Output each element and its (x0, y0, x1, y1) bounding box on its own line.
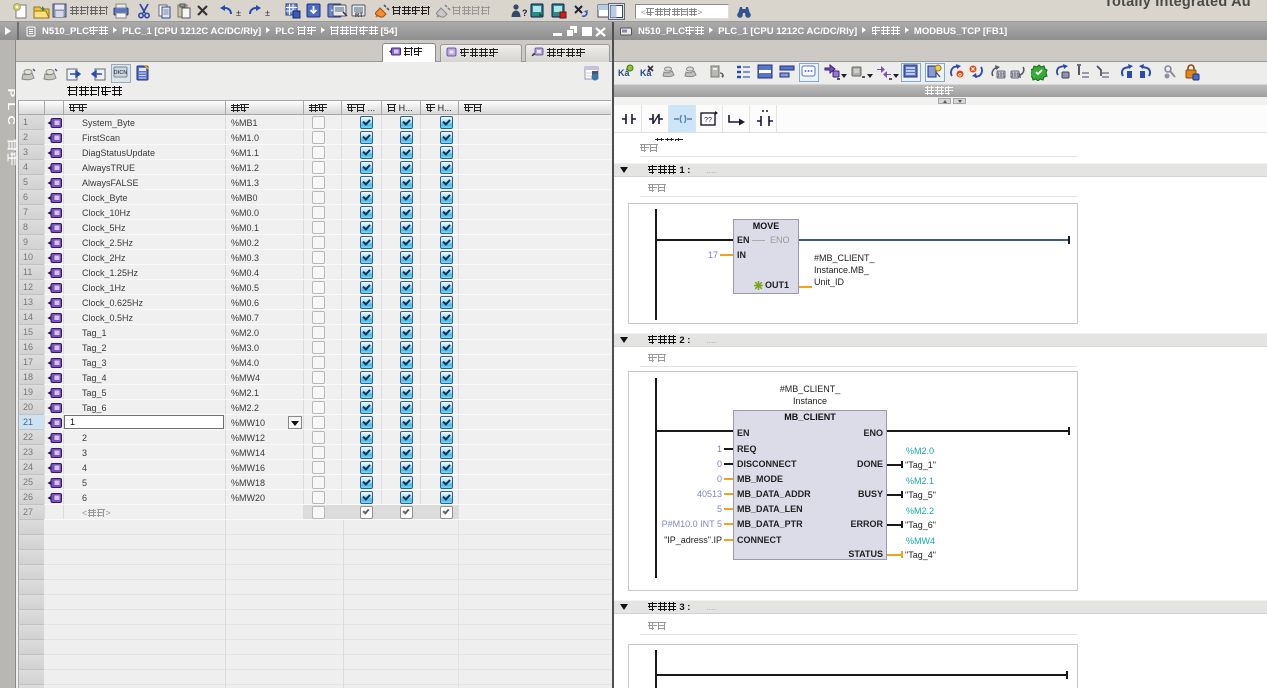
svg-text:101: 101 (997, 73, 1006, 79)
svg-text:??: ?? (704, 117, 712, 124)
svg-text:?: ? (522, 8, 527, 18)
svg-text:101: 101 (1011, 73, 1020, 79)
svg-text:RT: RT (355, 13, 363, 19)
svg-text:DICN: DICN (114, 70, 127, 76)
svg-text:o: o (958, 73, 962, 79)
